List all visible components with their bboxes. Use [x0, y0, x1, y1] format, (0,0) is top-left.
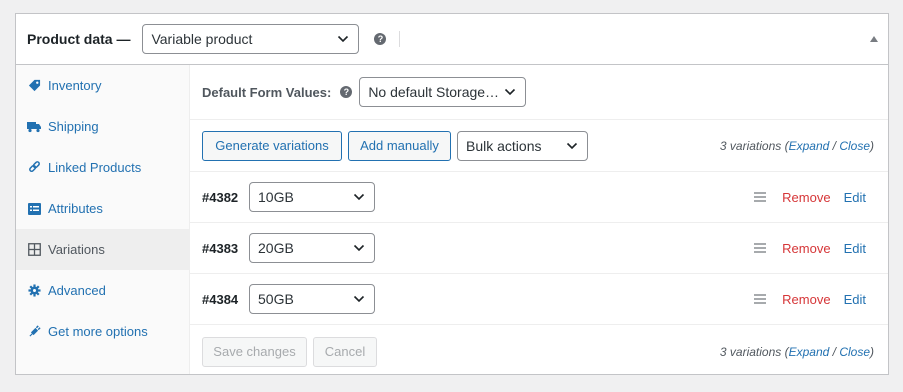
variations-count: 3 variations (Expand / Close): [719, 344, 874, 359]
variation-id: #4382: [202, 189, 239, 205]
truck-icon: [27, 120, 41, 134]
help-icon[interactable]: ?: [374, 33, 387, 45]
product-data-tabs: Inventory Shipping Linked Products Attri…: [16, 65, 190, 374]
tab-advanced[interactable]: Advanced: [16, 270, 189, 311]
bulk-actions-value: Bulk actions: [466, 137, 542, 154]
chevron-down-icon: [566, 142, 578, 149]
list-icon: [27, 202, 41, 216]
default-storage-value: No default Storage…: [368, 84, 500, 100]
variation-id: #4383: [202, 240, 239, 256]
default-form-values-row: Default Form Values: ? No default Storag…: [190, 65, 888, 120]
variation-row[interactable]: #4384 50GB Remove Edit: [190, 274, 888, 325]
default-form-values-label: Default Form Values:: [202, 84, 332, 100]
tab-variations[interactable]: Variations: [16, 229, 189, 270]
variations-toolbar: Generate variations Add manually Bulk ac…: [190, 120, 888, 172]
default-storage-select[interactable]: No default Storage…: [359, 77, 527, 107]
tab-label: Get more options: [48, 324, 148, 339]
cancel-button[interactable]: Cancel: [313, 336, 377, 367]
product-data-panel: Product data — Variable product ? Invent…: [15, 13, 889, 375]
tab-label: Variations: [48, 242, 105, 257]
grid-icon: [27, 243, 41, 257]
variation-row[interactable]: #4382 10GB Remove Edit: [190, 172, 888, 223]
variation-id: #4384: [202, 291, 239, 307]
drag-handle-icon[interactable]: [754, 292, 767, 306]
panel-header: Product data — Variable product ?: [16, 14, 888, 65]
plugin-icon: [27, 325, 41, 339]
tab-label: Shipping: [48, 119, 99, 134]
tag-icon: [27, 79, 41, 93]
expand-link[interactable]: Expand: [789, 345, 830, 359]
gear-icon: [27, 284, 41, 298]
close-link[interactable]: Close: [839, 139, 870, 153]
tab-label: Linked Products: [48, 160, 142, 175]
variation-actions: Remove Edit: [754, 292, 866, 307]
tab-label: Attributes: [48, 201, 103, 216]
collapse-arrow-icon[interactable]: [870, 36, 878, 42]
edit-variation-link[interactable]: Edit: [844, 190, 866, 205]
remove-variation-link[interactable]: Remove: [782, 190, 830, 205]
add-manually-button[interactable]: Add manually: [348, 130, 451, 161]
tab-linked-products[interactable]: Linked Products: [16, 147, 189, 188]
link-icon: [27, 161, 41, 175]
chevron-down-icon: [353, 295, 365, 303]
remove-variation-link[interactable]: Remove: [782, 292, 830, 307]
bulk-actions-select[interactable]: Bulk actions: [457, 130, 588, 161]
tab-shipping[interactable]: Shipping: [16, 106, 189, 147]
chevron-down-icon: [338, 35, 349, 43]
variations-count: 3 variations (Expand / Close): [719, 138, 874, 153]
chevron-down-icon: [353, 244, 365, 252]
product-type-value: Variable product: [151, 31, 253, 47]
variation-actions: Remove Edit: [754, 241, 866, 256]
product-type-select[interactable]: Variable product: [142, 24, 360, 54]
drag-handle-icon[interactable]: [754, 190, 767, 204]
expand-link[interactable]: Expand: [789, 139, 830, 153]
variation-storage-value: 50GB: [258, 291, 294, 307]
chevron-down-icon: [353, 193, 365, 201]
help-icon[interactable]: ?: [340, 86, 353, 98]
chevron-down-icon: [505, 88, 516, 96]
tab-label: Advanced: [48, 283, 106, 298]
variation-storage-value: 10GB: [258, 189, 294, 205]
variations-panel: Default Form Values: ? No default Storag…: [190, 65, 888, 374]
variations-footer: Save changes Cancel 3 variations (Expand…: [190, 325, 888, 378]
remove-variation-link[interactable]: Remove: [782, 241, 830, 256]
variation-actions: Remove Edit: [754, 190, 866, 205]
variation-row[interactable]: #4383 20GB Remove Edit: [190, 223, 888, 274]
tab-label: Inventory: [48, 78, 102, 93]
close-link[interactable]: Close: [839, 345, 870, 359]
drag-handle-icon[interactable]: [754, 241, 767, 255]
generate-variations-button[interactable]: Generate variations: [202, 130, 342, 161]
tab-inventory[interactable]: Inventory: [16, 65, 189, 106]
edit-variation-link[interactable]: Edit: [844, 292, 866, 307]
variation-storage-select[interactable]: 10GB: [249, 182, 375, 212]
edit-variation-link[interactable]: Edit: [844, 241, 866, 256]
variation-storage-value: 20GB: [258, 240, 294, 256]
tab-get-more-options[interactable]: Get more options: [16, 311, 189, 352]
save-changes-button[interactable]: Save changes: [202, 336, 307, 367]
variation-storage-select[interactable]: 50GB: [249, 284, 375, 314]
divider: [399, 31, 401, 47]
variation-storage-select[interactable]: 20GB: [249, 233, 375, 263]
panel-title: Product data —: [27, 31, 131, 47]
tab-attributes[interactable]: Attributes: [16, 188, 189, 229]
